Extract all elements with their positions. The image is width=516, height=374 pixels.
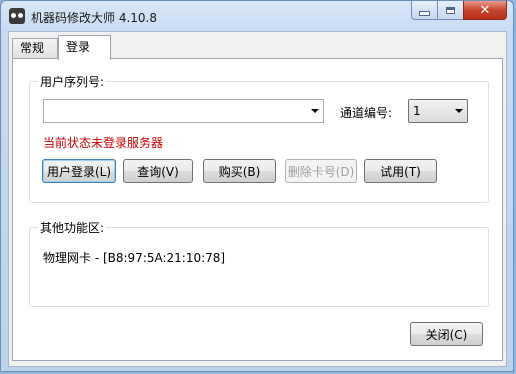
channel-select[interactable]: 1 [408,99,468,123]
query-button[interactable]: 查询(V) [123,159,193,183]
window-title: 机器码修改大师 4.10.8 [31,11,157,25]
serial-group-label: 用户序列号: [38,73,107,90]
close-window-button[interactable]: ✕ [463,1,507,20]
login-status-text: 当前状态未登录服务器 [43,136,164,150]
serial-group: 用户序列号: 通道编号: 1 当前状态未登录服务器 用户登录(L) 查询(V) … [29,73,489,203]
app-logo-icon [9,8,25,24]
delete-card-button[interactable]: 删除卡号(D) [285,159,357,183]
login-tab-panel: 用户序列号: 通道编号: 1 当前状态未登录服务器 用户登录(L) 查询(V) … [12,58,503,361]
maximize-icon [446,6,455,14]
buy-button[interactable]: 购买(B) [203,159,276,183]
close-button[interactable]: 关闭(C) [410,322,483,346]
maximize-button[interactable] [437,1,463,20]
channel-value: 1 [413,104,421,118]
other-functions-label: 其他功能区: [38,219,107,236]
minimize-icon [419,10,430,16]
close-icon: ✕ [479,2,491,18]
chevron-down-icon[interactable] [311,109,319,113]
caption-buttons: ✕ [411,1,507,21]
serial-number-combobox[interactable] [43,99,324,123]
tab-general[interactable]: 常规 [12,38,58,58]
channel-label: 通道编号: [340,106,393,120]
user-login-button[interactable]: 用户登录(L) [42,159,116,183]
trial-button[interactable]: 试用(T) [364,159,437,183]
client-area: 常规 登录 用户序列号: 通道编号: 1 当前状态未登录服务器 用户登录(L) … [8,31,507,367]
other-functions-group: 其他功能区: 物理网卡 - [B8:97:5A:21:10:78] [29,219,489,307]
app-window: 机器码修改大师 4.10.8 ✕ 常规 登录 用户序列号: 通道编号: 1 当前… [0,0,514,372]
chevron-down-icon[interactable] [455,109,463,113]
physical-nic-text: 物理网卡 - [B8:97:5A:21:10:78] [43,251,226,265]
minimize-button[interactable] [411,1,437,20]
title-bar[interactable]: 机器码修改大师 4.10.8 ✕ [1,1,513,31]
tab-login[interactable]: 登录 [58,35,111,60]
